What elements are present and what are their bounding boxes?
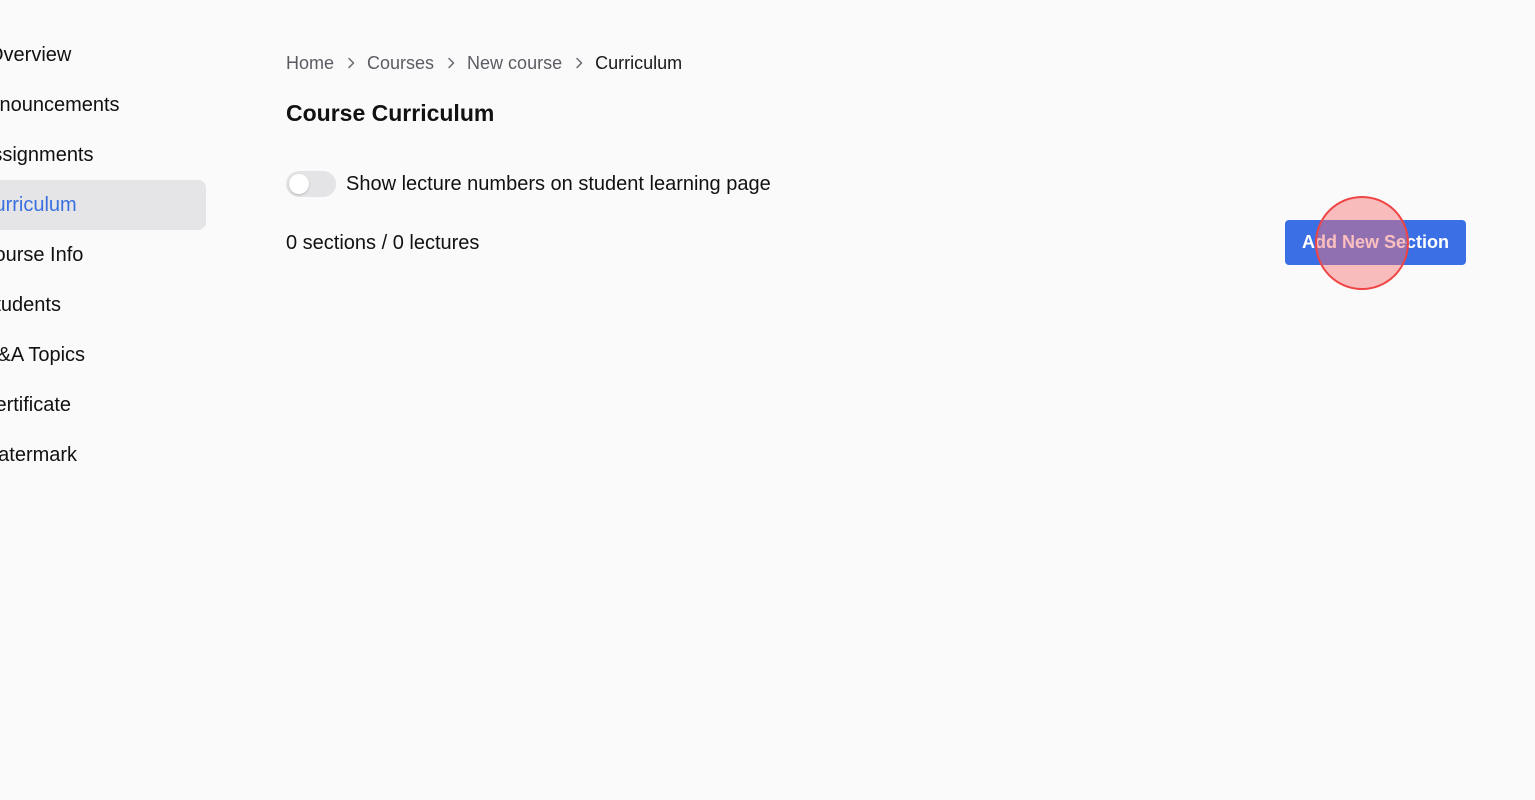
chevron-right-icon [434, 52, 467, 74]
breadcrumb: Home Courses New course Curriculum [286, 52, 682, 74]
sidebar-item-overview[interactable]: Overview [0, 30, 206, 80]
page-title: Course Curriculum [286, 100, 495, 126]
sidebar-item-label: Assignments [0, 144, 94, 166]
curriculum-counts: 0 sections / 0 lectures [286, 232, 480, 254]
sidebar-item-label: Certificate [0, 394, 72, 416]
sidebar-item-assignments[interactable]: Assignments [0, 130, 206, 180]
sidebar-item-label: Curriculum [0, 194, 77, 216]
lecture-numbers-toggle[interactable] [286, 171, 336, 197]
chevron-right-icon [334, 52, 367, 74]
breadcrumb-current-page: Curriculum [595, 53, 683, 73]
chevron-right-icon [562, 52, 595, 74]
sidebar-item-qa-topics[interactable]: Q&A Topics [0, 330, 206, 380]
course-sidebar: Overview Announcements Assignments Curri… [0, 30, 206, 480]
sidebar-item-label: Watermark [0, 444, 78, 466]
sidebar-item-students[interactable]: Students [0, 280, 206, 330]
lecture-numbers-setting: Show lecture numbers on student learning… [286, 171, 771, 197]
sidebar-item-announcements[interactable]: Announcements [0, 80, 206, 130]
sidebar-item-label: Announcements [0, 94, 120, 116]
sidebar-item-label: Q&A Topics [0, 344, 86, 366]
breadcrumb-new-course-link[interactable]: New course [467, 52, 562, 74]
sidebar-item-label: Students [0, 294, 61, 316]
sidebar-item-certificate[interactable]: Certificate [0, 380, 206, 430]
breadcrumb-home-link[interactable]: Home [286, 52, 334, 74]
add-new-section-button[interactable]: Add New Section [1285, 220, 1466, 265]
toggle-knob [289, 174, 309, 194]
sidebar-item-curriculum[interactable]: Curriculum [0, 180, 206, 230]
sidebar-item-label: Overview [0, 44, 72, 66]
lecture-numbers-toggle-label: Show lecture numbers on student learning… [346, 173, 771, 195]
sidebar-item-label: Course Info [0, 244, 84, 266]
sidebar-item-watermark[interactable]: Watermark [0, 430, 206, 480]
app-root: Overview Announcements Assignments Curri… [0, 0, 1535, 800]
breadcrumb-courses-link[interactable]: Courses [367, 52, 434, 74]
sidebar-item-course-info[interactable]: Course Info [0, 230, 206, 280]
